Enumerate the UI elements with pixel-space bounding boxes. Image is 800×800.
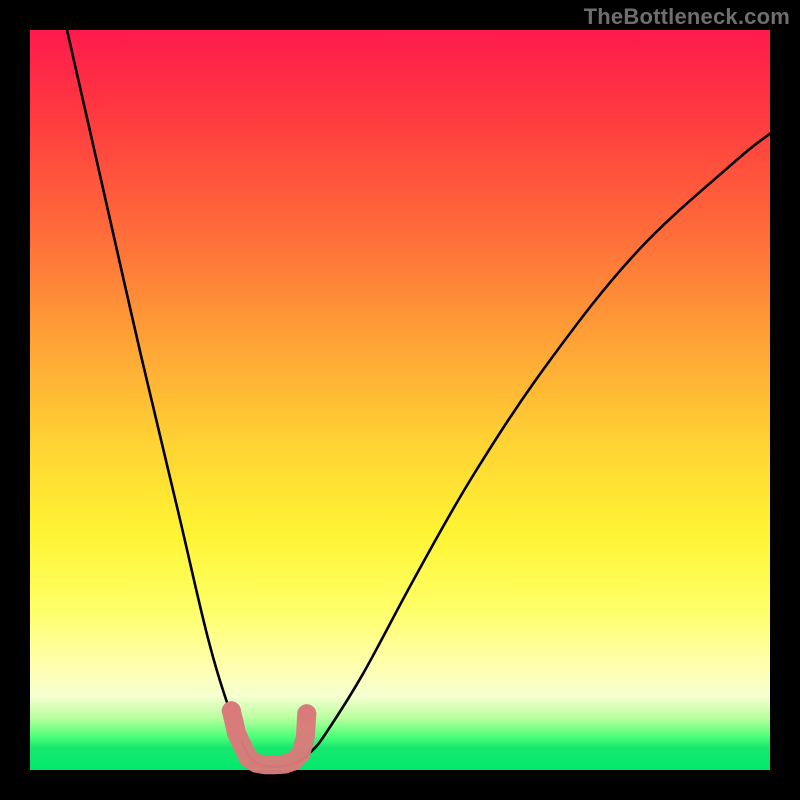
watermark-text: TheBottleneck.com bbox=[584, 4, 790, 30]
chart-svg bbox=[30, 30, 770, 770]
threshold-marker-dot bbox=[297, 704, 316, 723]
bottleneck-curve-path bbox=[67, 30, 770, 767]
markers-group bbox=[222, 701, 316, 765]
threshold-marker-dot bbox=[227, 724, 246, 743]
curve-group bbox=[67, 30, 770, 767]
outer-frame: TheBottleneck.com bbox=[0, 0, 800, 800]
plot-area bbox=[30, 30, 770, 770]
